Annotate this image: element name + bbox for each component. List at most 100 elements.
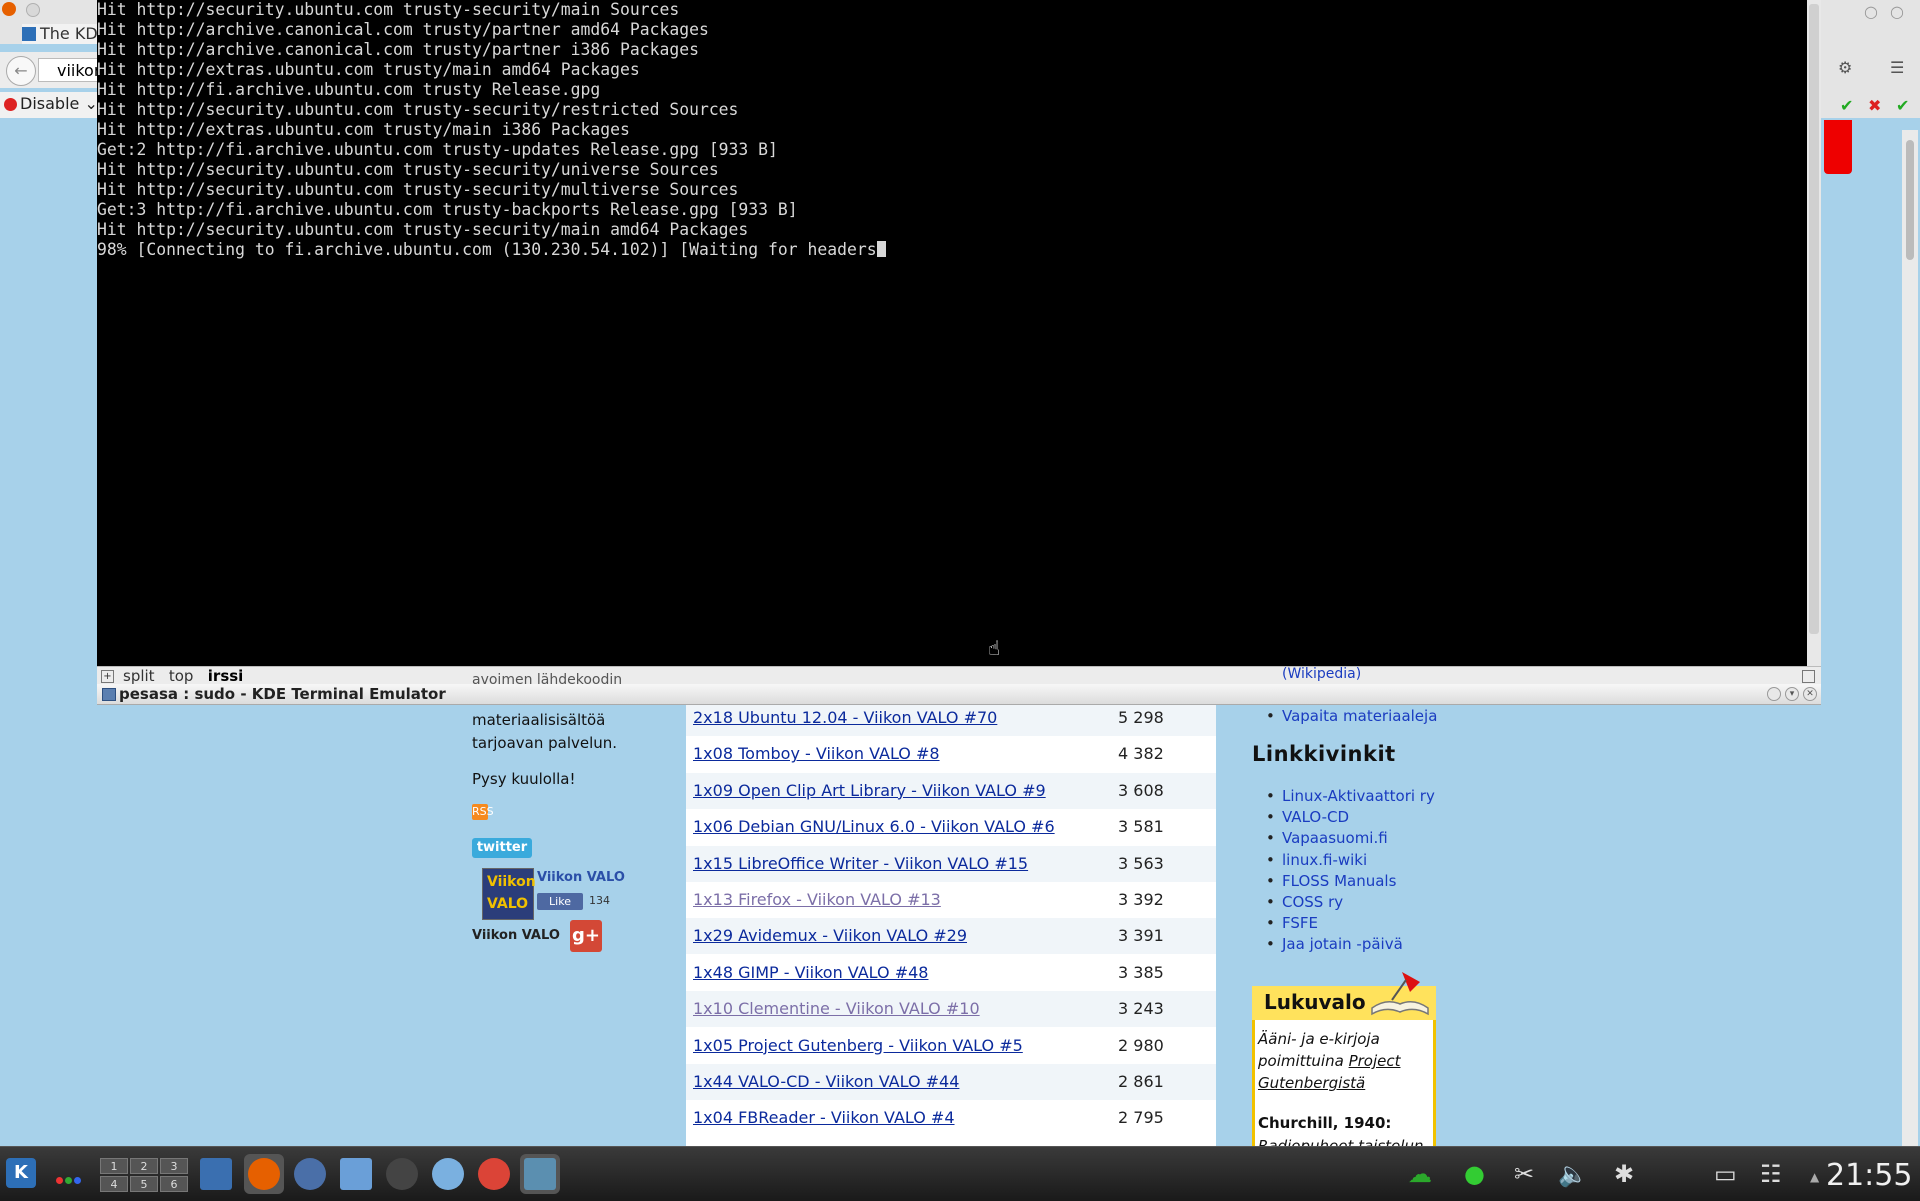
episode-link[interactable]: 1x09 Open Clip Art Library - Viikon VALO…: [693, 781, 1046, 800]
link-vapaita-materiaaleja[interactable]: Vapaita materiaaleja: [1266, 707, 1437, 725]
check-icon[interactable]: ✔: [1896, 96, 1909, 115]
view-count: 3 392: [1118, 890, 1164, 909]
terminal-scrollbar-thumb[interactable]: [1809, 4, 1819, 634]
bluetooth-icon[interactable]: ✱: [1614, 1160, 1634, 1188]
table-row: 1x13 Firefox - Viikon VALO #13 3 392: [686, 882, 1216, 918]
link-item[interactable]: Linux-Aktivaattori ry: [1266, 787, 1435, 805]
window-button[interactable]: [26, 3, 40, 17]
tab-split[interactable]: split: [123, 667, 155, 685]
viikon-valo-logo[interactable]: Viikon VALO: [482, 868, 536, 920]
link-item[interactable]: COSS ry: [1266, 893, 1343, 911]
episode-link[interactable]: 1x06 Debian GNU/Linux 6.0 - Viikon VALO …: [693, 817, 1055, 836]
popular-episodes-list: 2x18 Ubuntu 12.04 - Viikon VALO #70 5 298…: [686, 700, 1216, 1146]
pager-desktop[interactable]: 6: [160, 1176, 188, 1192]
pager-desktop[interactable]: 2: [130, 1158, 158, 1174]
terminal-line: Hit http://fi.archive.ubuntu.com trusty …: [97, 80, 601, 99]
twitter-button[interactable]: twitter: [472, 838, 532, 858]
page-scrollbar[interactable]: [1902, 130, 1918, 1146]
table-row: 1x09 Open Clip Art Library - Viikon VALO…: [686, 772, 1216, 809]
project-gutenberg-link[interactable]: Gutenbergistä: [1258, 1074, 1365, 1092]
volume-icon[interactable]: 🔈: [1558, 1160, 1588, 1188]
clock[interactable]: 21:55: [1826, 1158, 1912, 1193]
wikipedia-link[interactable]: (Wikipedia): [1282, 666, 1361, 682]
episode-link[interactable]: 1x05 Project Gutenberg - Viikon VALO #5: [693, 1036, 1023, 1055]
close-icon[interactable]: ○: [1890, 2, 1904, 21]
pager-desktop[interactable]: 3: [160, 1158, 188, 1174]
link-item[interactable]: linux.fi-wiki: [1266, 851, 1367, 869]
back-button[interactable]: ←: [6, 56, 36, 86]
thunderbird-icon[interactable]: [290, 1154, 330, 1194]
link-item[interactable]: Jaa jotain -päivä: [1266, 935, 1403, 953]
view-count: 3 563: [1118, 853, 1164, 873]
desktop-pager[interactable]: 1 2 3 4 5 6: [100, 1158, 188, 1192]
activities-icon[interactable]: [56, 1170, 83, 1188]
terminal-task-icon[interactable]: [520, 1154, 560, 1194]
close-icon[interactable]: ✕: [1803, 687, 1817, 701]
lukuvalo-text: poimittuina Project: [1258, 1052, 1401, 1070]
episode-link[interactable]: 1x48 GIMP - Viikon VALO #48: [693, 963, 928, 982]
episode-link[interactable]: 1x15 LibreOffice Writer - Viikon VALO #1…: [693, 854, 1028, 873]
page-scrollbar-thumb[interactable]: [1906, 140, 1914, 260]
terminal-tab-bar: + split top irssi: [97, 666, 1821, 685]
disable-button[interactable]: Disable ⌄: [4, 94, 98, 113]
status-icon[interactable]: ●: [1464, 1160, 1485, 1188]
episode-link[interactable]: 1x04 FBReader - Viikon VALO #4: [693, 1108, 955, 1127]
link-item[interactable]: Vapaasuomi.fi: [1266, 829, 1388, 847]
pager-desktop[interactable]: 5: [130, 1176, 158, 1192]
episode-link[interactable]: 1x10 Clementine - Viikon VALO #10: [693, 999, 980, 1018]
error-icon[interactable]: ✖: [1868, 96, 1881, 115]
show-desktop-icon[interactable]: [196, 1154, 236, 1194]
firefox-icon[interactable]: [244, 1154, 284, 1194]
wifi-icon[interactable]: ☷: [1760, 1160, 1782, 1188]
rss-icon[interactable]: RSS: [472, 804, 494, 820]
chromium-icon[interactable]: [428, 1154, 468, 1194]
episode-link[interactable]: 1x29 Avidemux - Viikon VALO #29: [693, 926, 967, 945]
window-title: pesasa : sudo - KDE Terminal Emulator: [119, 685, 446, 703]
file-manager-icon[interactable]: [336, 1154, 376, 1194]
like-count: 134: [589, 894, 610, 907]
table-row: 1x06 Debian GNU/Linux 6.0 - Viikon VALO …: [686, 809, 1216, 845]
tools-icon[interactable]: ⚙: [1838, 58, 1852, 77]
link-item[interactable]: FLOSS Manuals: [1266, 872, 1396, 890]
episode-link[interactable]: 1x13 Firefox - Viikon VALO #13: [693, 890, 941, 909]
scissors-icon[interactable]: ✂: [1514, 1160, 1534, 1188]
menu-icon[interactable]: ☰: [1890, 58, 1904, 77]
battery-icon[interactable]: ▭: [1714, 1160, 1737, 1188]
link-item[interactable]: FSFE: [1266, 914, 1318, 932]
facebook-like-button[interactable]: Like: [537, 893, 583, 910]
kde-menu-button[interactable]: K: [6, 1158, 36, 1188]
lukuvalo-book-title[interactable]: Churchill, 1940:: [1258, 1114, 1391, 1132]
left-text: Pysy kuulolla!: [472, 770, 576, 788]
terminal-titlebar[interactable]: pesasa : sudo - KDE Terminal Emulator ▾ …: [97, 684, 1821, 705]
tab-top[interactable]: top: [169, 667, 194, 685]
terminal-tabs: split top irssi: [123, 667, 243, 685]
facebook-page-link[interactable]: Viikon VALO: [537, 870, 625, 885]
episode-link[interactable]: 2x18 Ubuntu 12.04 - Viikon VALO #70: [693, 708, 997, 727]
close-tab-button[interactable]: [1802, 670, 1815, 683]
new-tab-button[interactable]: +: [101, 670, 114, 683]
episode-link[interactable]: 1x08 Tomboy - Viikon VALO #8: [693, 744, 940, 763]
terminal-line: Hit http://security.ubuntu.com trusty-se…: [97, 0, 680, 19]
google-plus-button[interactable]: g+: [570, 920, 602, 952]
link-item[interactable]: VALO-CD: [1266, 808, 1349, 826]
check-icon[interactable]: ✔: [1840, 96, 1853, 115]
minimize-icon[interactable]: ○: [1864, 2, 1878, 21]
inkscape-icon[interactable]: [382, 1154, 422, 1194]
pin-icon[interactable]: [1767, 687, 1781, 701]
tab-irssi[interactable]: irssi: [208, 667, 244, 685]
stop-icon: [4, 98, 17, 111]
episode-link[interactable]: 1x44 VALO-CD - Viikon VALO #44: [693, 1072, 959, 1091]
terminal-line: Hit http://archive.canonical.com trusty/…: [97, 20, 709, 39]
url-input[interactable]: viikor: [38, 58, 98, 82]
project-gutenberg-link[interactable]: Project: [1349, 1052, 1401, 1070]
browser-tab[interactable]: The KD: [22, 24, 102, 44]
terminal-output[interactable]: Hit http://security.ubuntu.com trusty-se…: [97, 0, 886, 260]
chrome-icon[interactable]: [474, 1154, 514, 1194]
minimize-icon[interactable]: ▾: [1785, 687, 1799, 701]
cursor: [876, 241, 886, 257]
feedback-tab[interactable]: [1824, 120, 1852, 174]
pager-desktop[interactable]: 4: [100, 1176, 128, 1192]
update-notifier-icon[interactable]: ☁: [1408, 1160, 1432, 1188]
pager-desktop[interactable]: 1: [100, 1158, 128, 1174]
tray-expand-icon[interactable]: ▲: [1810, 1170, 1819, 1184]
